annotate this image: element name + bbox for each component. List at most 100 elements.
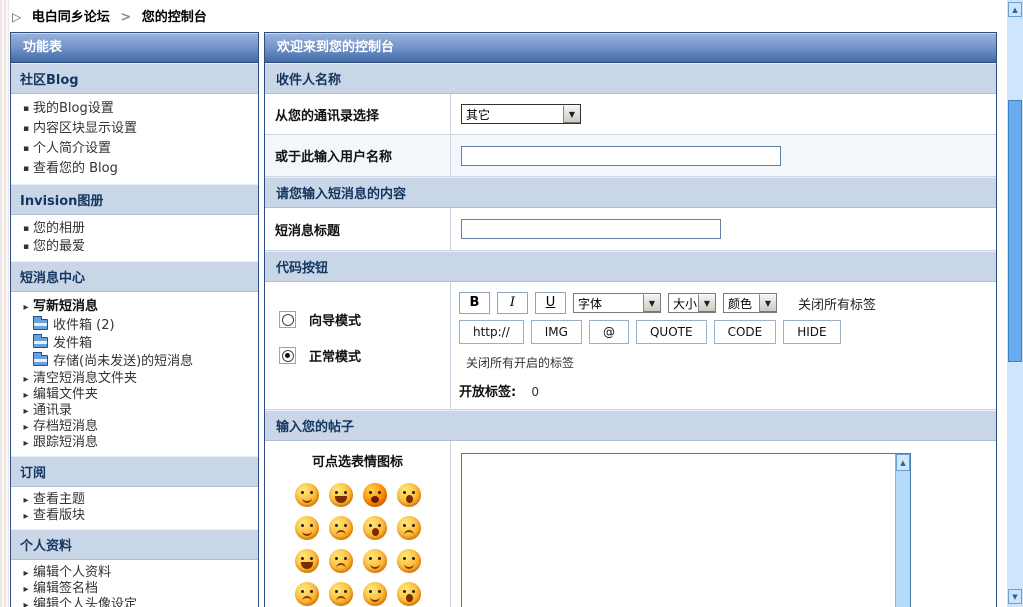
close-open-tags-button[interactable]: 关闭所有开启的标签 — [461, 352, 793, 372]
item-label: 编辑文件夹 — [33, 387, 98, 402]
arrow-bullet-icon: ▸ — [19, 493, 33, 508]
folder-icon — [33, 319, 48, 330]
section-code-buttons: 代码按钮 — [265, 251, 996, 282]
emoticon-photographer[interactable] — [363, 516, 387, 540]
username-input[interactable] — [461, 146, 781, 166]
wizard-mode-radio[interactable] — [279, 311, 296, 328]
sidebar-item-edit-folders[interactable]: ▸编辑文件夹 — [19, 387, 254, 403]
sidebar-item-content-block-display[interactable]: ▪内容区块显示设置 — [19, 119, 254, 139]
sidebar-item-inbox[interactable]: 收件箱 (2) — [19, 317, 254, 335]
sidebar-item-edit-avatar-settings[interactable]: ▸编辑个人头像设定 — [19, 597, 254, 607]
arrow-bullet-icon: ▸ — [19, 566, 33, 581]
bold-button[interactable]: B — [459, 292, 490, 314]
italic-button[interactable]: I — [497, 292, 528, 314]
item-label: 发件箱 — [53, 336, 92, 351]
message-title-input[interactable] — [461, 219, 721, 239]
dropdown-arrow-icon[interactable]: ▼ — [643, 294, 660, 312]
square-bullet-icon: ▪ — [19, 220, 33, 238]
page-scrollbar-thumb[interactable] — [1008, 100, 1022, 362]
normal-mode-option[interactable]: 正常模式 — [279, 346, 440, 365]
sidebar-section-personal-profile: 个人资料 — [11, 529, 258, 560]
square-bullet-icon: ▪ — [19, 120, 33, 139]
dropdown-arrow-icon[interactable]: ▼ — [698, 294, 715, 312]
square-bullet-icon: ▪ — [19, 238, 33, 256]
breadcrumb: ▷ 电白同乡论坛 > 您的控制台 — [12, 6, 207, 25]
page-scroll-up-button[interactable]: ▲ — [1008, 2, 1022, 17]
sidebar-item-view-your-blog[interactable]: ▪查看您的 Blog — [19, 159, 254, 179]
sidebar-item-view-forums[interactable]: ▸查看版块 — [19, 508, 254, 524]
normal-mode-radio[interactable] — [279, 347, 296, 364]
item-label: 存储(尚未发送)的短消息 — [53, 354, 193, 369]
emoticon-big-laugh[interactable] — [295, 549, 319, 573]
emoticon-smile[interactable] — [295, 483, 319, 507]
emoticon-tremble[interactable] — [329, 516, 353, 540]
main-title: 欢迎来到您的控制台 — [265, 33, 996, 63]
http-link-button[interactable]: http:// — [459, 320, 524, 344]
sidebar-item-address-book[interactable]: ▸通讯录 — [19, 403, 254, 419]
sidebar-item-archive-messages[interactable]: ▸存档短消息 — [19, 419, 254, 435]
emoticon-lick[interactable] — [295, 516, 319, 540]
sidebar-item-your-favorites[interactable]: ▪您的最爱 — [19, 238, 254, 256]
hide-button[interactable]: HIDE — [783, 320, 840, 344]
open-tags-label: 开放标签: — [459, 385, 516, 400]
sidebar-item-my-blog-settings[interactable]: ▪我的Blog设置 — [19, 99, 254, 119]
sidebar-item-view-topics[interactable]: ▸查看主题 — [19, 492, 254, 508]
breadcrumb-forum-link[interactable]: 电白同乡论坛 — [32, 10, 110, 25]
sidebar-item-profile-intro-settings[interactable]: ▪个人简介设置 — [19, 139, 254, 159]
sidebar-title: 功能表 — [11, 33, 258, 63]
page-scroll-down-button[interactable]: ▼ — [1008, 589, 1022, 604]
sidebar-item-empty-message-folders[interactable]: ▸清空短消息文件夹 — [19, 371, 254, 387]
username-input-label: 或于此输入用户名称 — [265, 135, 451, 176]
close-all-tags-link[interactable]: 关闭所有标签 — [798, 294, 876, 313]
emoticon-squint[interactable] — [329, 582, 353, 606]
sidebar-item-edit-profile[interactable]: ▸编辑个人资料 — [19, 565, 254, 581]
sidebar-item-edit-signature[interactable]: ▸编辑签名档 — [19, 581, 254, 597]
color-select-value: 颜色 — [724, 294, 759, 312]
color-select[interactable]: 颜色 ▼ — [723, 293, 777, 313]
textarea-scroll-up-button[interactable]: ▲ — [896, 454, 910, 471]
breadcrumb-current-page[interactable]: 您的控制台 — [142, 10, 207, 25]
item-label: 编辑个人头像设定 — [33, 597, 137, 607]
sidebar-section-subscriptions: 订阅 — [11, 456, 258, 487]
dropdown-arrow-icon[interactable]: ▼ — [563, 105, 580, 123]
emoticon-sweat[interactable] — [329, 549, 353, 573]
email-button[interactable]: @ — [589, 320, 629, 344]
main-panel: 欢迎来到您的控制台 收件人名称 从您的通讯录选择 其它 ▼ 或于此输入用户名称 … — [264, 32, 997, 607]
arrow-bullet-icon: ▸ — [19, 404, 33, 419]
sidebar-panel: 功能表 社区Blog ▪我的Blog设置 ▪内容区块显示设置 ▪个人简介设置 ▪… — [10, 32, 259, 607]
item-label: 我的Blog设置 — [33, 101, 114, 116]
emoticon-yell[interactable] — [363, 483, 387, 507]
sidebar-item-saved-messages[interactable]: 存储(尚未发送)的短消息 — [19, 353, 254, 371]
quote-button[interactable]: QUOTE — [636, 320, 707, 344]
item-label: 个人简介设置 — [33, 141, 111, 156]
font-select-value: 字体 — [574, 294, 643, 312]
emoticon-shy[interactable] — [363, 582, 387, 606]
folder-icon — [33, 337, 48, 348]
emoticon-ohmy[interactable] — [397, 483, 421, 507]
textarea-scrollbar[interactable]: ▲ — [895, 454, 910, 607]
dropdown-arrow-icon[interactable]: ▼ — [759, 294, 776, 312]
arrow-bullet-icon: ▸ — [19, 436, 33, 451]
sidebar-item-your-albums[interactable]: ▪您的相册 — [19, 220, 254, 238]
img-button[interactable]: IMG — [531, 320, 582, 344]
size-select[interactable]: 大小 ▼ — [668, 293, 716, 313]
emoticon-wide-eyes[interactable] — [397, 582, 421, 606]
post-body-textarea[interactable]: ▲ — [461, 453, 911, 607]
emoticon-tongue[interactable] — [329, 483, 353, 507]
font-select[interactable]: 字体 ▼ — [573, 293, 661, 313]
address-book-select[interactable]: 其它 ▼ — [461, 104, 581, 124]
address-book-select-label: 从您的通讯录选择 — [265, 94, 451, 134]
sidebar-item-write-new-message[interactable]: ▸写新短消息 — [19, 297, 254, 317]
page-scrollbar[interactable]: ▲ ▼ — [1007, 0, 1023, 607]
item-label: 编辑个人资料 — [33, 565, 111, 580]
emoticon-sealed-mouth[interactable] — [397, 516, 421, 540]
square-bullet-icon: ▪ — [19, 100, 33, 119]
sidebar-item-outbox[interactable]: 发件箱 — [19, 335, 254, 353]
code-button[interactable]: CODE — [714, 320, 777, 344]
emoticon-happy[interactable] — [363, 549, 387, 573]
wizard-mode-option[interactable]: 向导模式 — [279, 310, 440, 329]
emoticon-smirk[interactable] — [397, 549, 421, 573]
underline-button[interactable]: U — [535, 292, 566, 314]
sidebar-item-track-messages[interactable]: ▸跟踪短消息 — [19, 435, 254, 451]
emoticon-sad[interactable] — [295, 582, 319, 606]
